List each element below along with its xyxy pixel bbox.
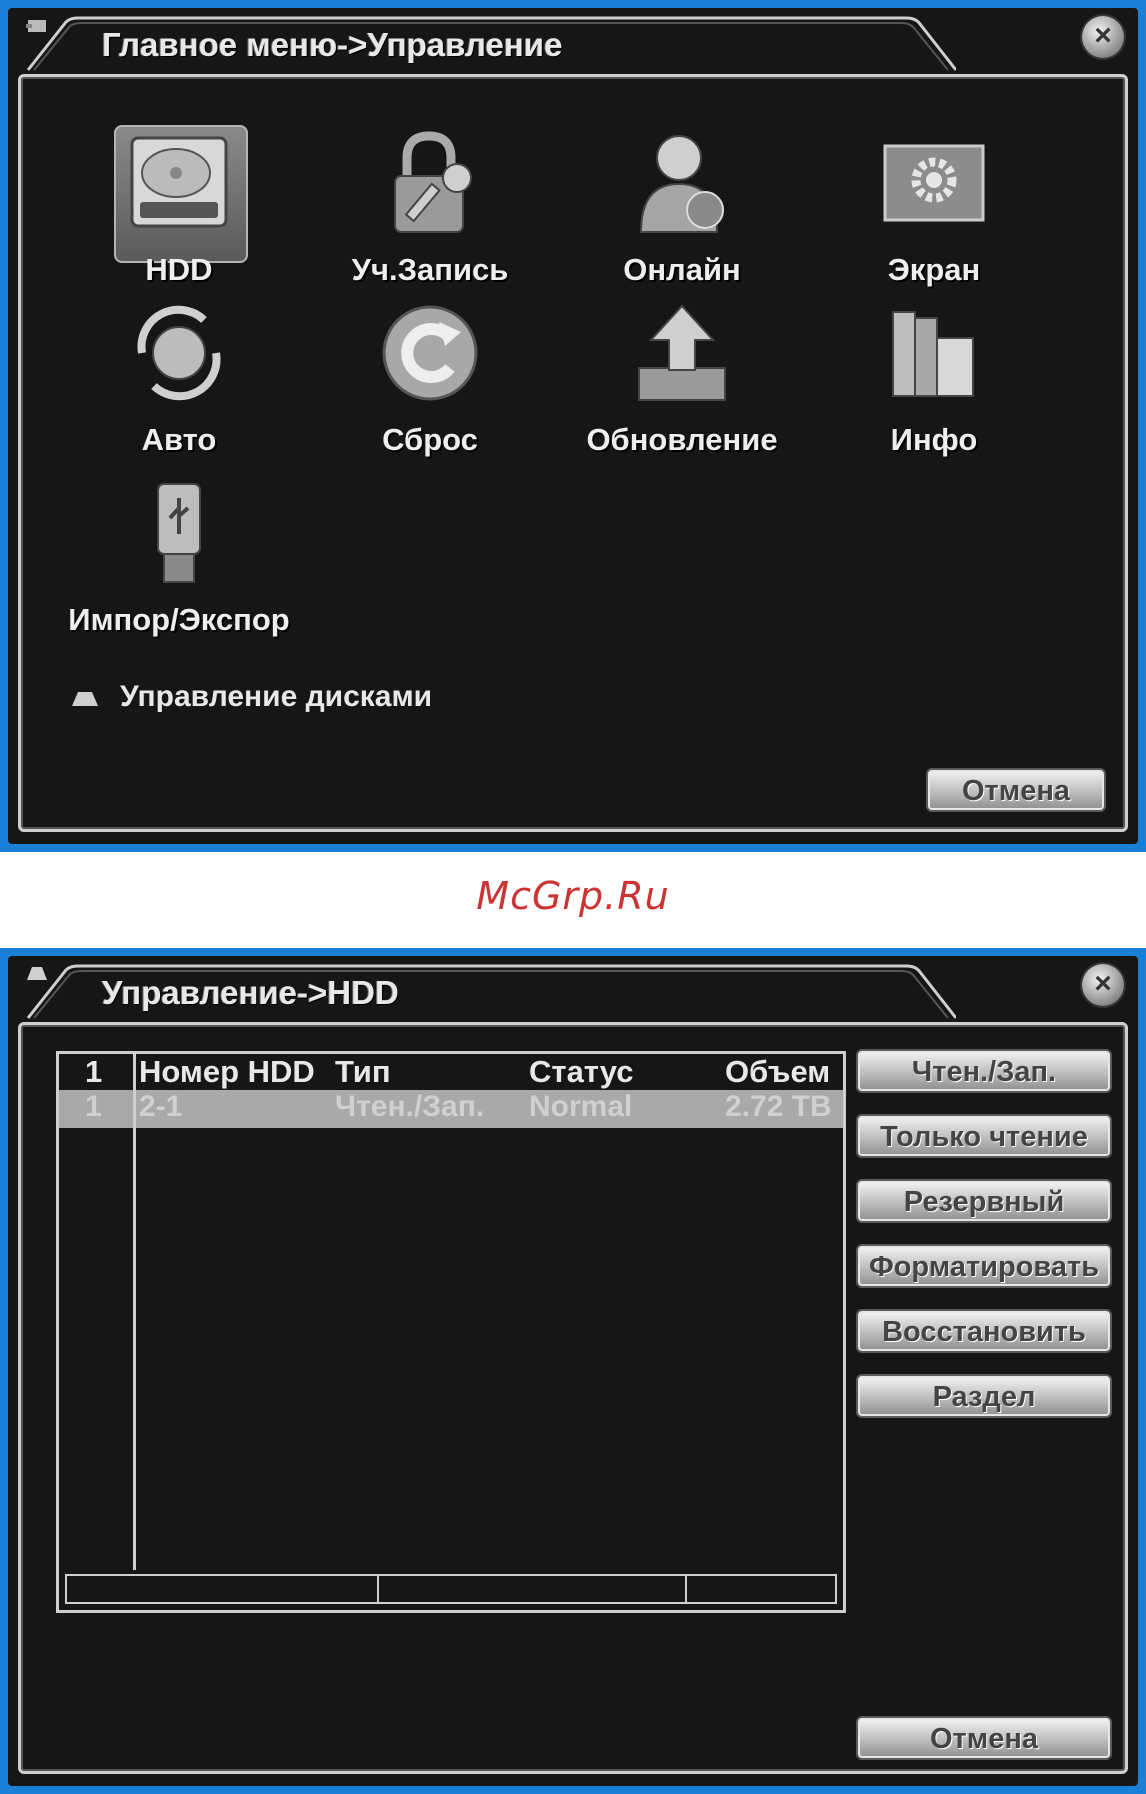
title-bar: Управление->HDD [26, 964, 956, 1020]
close-icon[interactable]: × [1094, 19, 1112, 52]
menu-item-label: Сброс [382, 422, 478, 457]
menu-item-label: Уч.Запись [351, 252, 509, 287]
scrollbar-segment [67, 1576, 379, 1602]
row-index: 1 [85, 1090, 102, 1123]
disk-management-icon [27, 967, 47, 980]
column-type: Тип [335, 1054, 391, 1089]
cancel-button[interactable]: Отмена [856, 1716, 1112, 1760]
menu-icon [26, 20, 46, 32]
reset-icon [382, 305, 478, 401]
info-books-icon [892, 311, 974, 397]
recover-button[interactable]: Восстановить [856, 1309, 1112, 1353]
usb-icon [157, 483, 201, 583]
format-button[interactable]: Форматировать [856, 1244, 1112, 1288]
row-hdd-number: 2-1 [139, 1090, 183, 1123]
horizontal-scrollbar[interactable] [65, 1574, 837, 1604]
dvr-screen: Главное меню->Управление × HDD Уч.Запись [8, 8, 1138, 844]
column-size: Объем [725, 1054, 831, 1089]
menu-item-label: Экран [887, 252, 981, 287]
row-type: Чтен./Зап. [335, 1090, 485, 1123]
menu-item-label: Онлайн [623, 252, 741, 287]
cancel-button[interactable]: Отмена [926, 768, 1106, 812]
redundant-button[interactable]: Резервный [856, 1179, 1112, 1223]
column-index: 1 [85, 1054, 103, 1089]
partition-button[interactable]: Раздел [856, 1374, 1112, 1418]
menu-item-screen[interactable]: Экран [814, 128, 1054, 288]
close-button[interactable]: × [1082, 16, 1124, 58]
table-row[interactable]: 1 2-1 Чтен./Зап. Normal 2.72 TB [59, 1090, 843, 1128]
menu-item-label: Импор/Экспор [68, 602, 290, 637]
close-button[interactable]: × [1082, 964, 1124, 1006]
row-size: 2.72 TB [725, 1090, 832, 1123]
column-hdd-number: Номер HDD [139, 1054, 315, 1089]
column-status: Статус [529, 1054, 634, 1089]
menu-item-label: Инфо [890, 422, 978, 457]
menu-item-label: Обновление [586, 422, 778, 457]
page-title: Управление->HDD [102, 974, 399, 1011]
hdd-table: 1 Номер HDD Тип Статус Объем 1 2-1 Чтен.… [56, 1051, 846, 1613]
row-status: Normal [529, 1090, 633, 1123]
page-title: Главное меню->Управление [102, 26, 563, 63]
menu-item-online[interactable]: Онлайн [562, 128, 802, 288]
title-bar: Главное меню->Управление [26, 16, 956, 72]
hdd-management-panel: Управление->HDD × 1 Номер HDD Тип Статус… [0, 948, 1146, 1794]
menu-item-auto[interactable]: Авто [59, 298, 299, 458]
hdd-icon [130, 136, 228, 228]
lock-key-icon [394, 131, 472, 233]
menu-item-reset[interactable]: Сброс [310, 298, 550, 458]
read-only-button[interactable]: Только чтение [856, 1114, 1112, 1158]
scrollbar-segment [385, 1576, 687, 1602]
menu-item-info[interactable]: Инфо [814, 298, 1054, 458]
watermark: McGrp.Ru [476, 874, 670, 918]
online-user-icon [639, 135, 724, 233]
dvr-screen: Управление->HDD × 1 Номер HDD Тип Статус… [8, 956, 1138, 1786]
auto-globe-icon [137, 305, 221, 401]
menu-item-record[interactable]: Уч.Запись [310, 128, 550, 288]
menu-item-label: Авто [141, 422, 217, 457]
close-icon[interactable]: × [1094, 967, 1112, 1000]
disk-management-icon [72, 692, 98, 707]
menu-item-import-export[interactable]: Импор/Экспор [59, 478, 299, 638]
column-divider [133, 1054, 136, 1570]
menu-item-label: HDD [145, 252, 213, 287]
upgrade-arrow-icon [638, 304, 726, 401]
read-write-button[interactable]: Чтен./Зап. [856, 1049, 1112, 1093]
screen-gear-icon [883, 144, 985, 222]
menu-item-upgrade[interactable]: Обновление [562, 298, 802, 458]
management-menu-panel: Главное меню->Управление × HDD Уч.Запись [0, 0, 1146, 852]
table-header: 1 Номер HDD Тип Статус Объем [59, 1054, 843, 1093]
submenu-disk-management[interactable]: Управление дисками [70, 680, 432, 714]
menu-item-hdd[interactable]: HDD [59, 128, 299, 288]
submenu-label: Управление дисками [120, 680, 433, 713]
